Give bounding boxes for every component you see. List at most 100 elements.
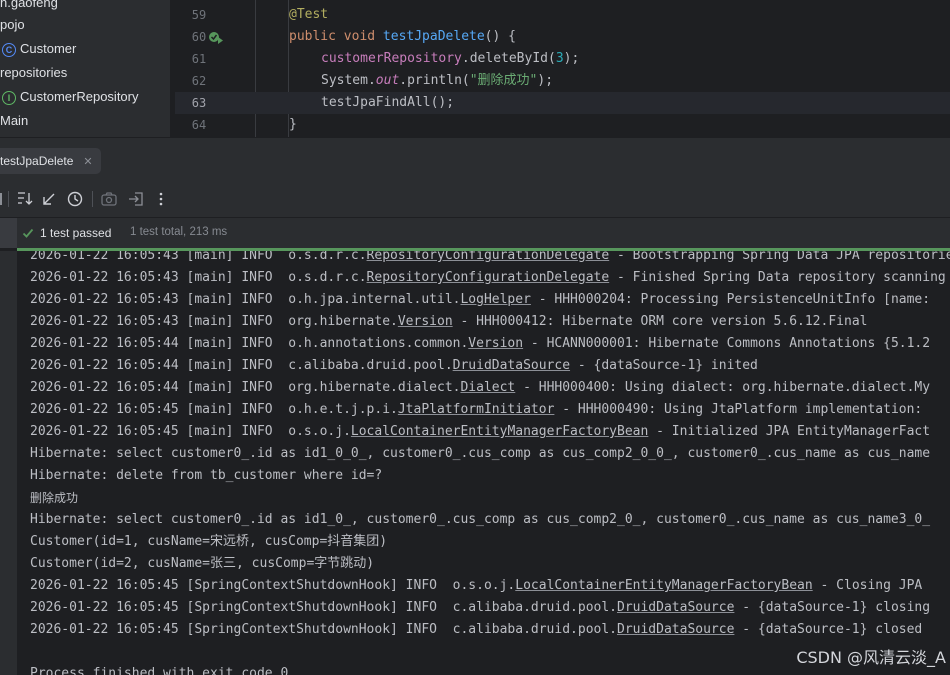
class-link[interactable]: DruidDataSource: [617, 600, 734, 615]
toolbar-edge-icon: [0, 193, 2, 205]
console-text: 2026-01-22 16:05:45 [SpringContextShutdo…: [30, 578, 516, 593]
code-punct: .println(: [399, 73, 470, 88]
test-passed-run-icon[interactable]: [208, 31, 224, 45]
console-text: 2026-01-22 16:05:45 [SpringContextShutdo…: [30, 622, 617, 637]
console-text: - HHH000400: Using dialect: org.hibernat…: [515, 380, 931, 395]
code-line[interactable]: 59 @Test: [175, 4, 950, 26]
class-link[interactable]: RepositoryConfigurationDelegate: [367, 251, 610, 263]
camera-icon[interactable]: [100, 190, 118, 208]
run-tab[interactable]: testJpaDelete ✕: [0, 148, 101, 174]
number-literal: 3: [555, 51, 564, 66]
collapse-icon[interactable]: [40, 190, 58, 208]
run-tab-label: testJpaDelete: [0, 154, 74, 168]
class-link[interactable]: LogHelper: [460, 292, 530, 307]
tree-item-label: n.gaofeng: [0, 0, 58, 10]
console-text: - HHH000204: Processing PersistenceUnitI…: [530, 292, 931, 307]
console-line: 2026-01-22 16:05:43 [main] INFO o.s.d.r.…: [30, 267, 946, 289]
line-number: 64: [191, 118, 207, 132]
code-line[interactable]: 61 customerRepository.deleteById(3);: [175, 48, 950, 70]
console-text: 2026-01-22 16:05:45 [main] INFO o.h.e.t.…: [30, 402, 398, 417]
console-text: 2026-01-22 16:05:43 [main] INFO org.hibe…: [30, 314, 398, 329]
console-text: - {dataSource-1} inited: [570, 358, 758, 373]
class-link[interactable]: Dialect: [460, 380, 515, 395]
field-text: customerRepository: [321, 51, 462, 66]
class-icon: C: [2, 42, 16, 57]
console-line: 2026-01-22 16:05:43 [main] INFO org.hibe…: [30, 311, 867, 333]
console-line: 2026-01-22 16:05:45 [main] INFO o.h.e.t.…: [30, 399, 922, 421]
line-number: 63: [191, 96, 207, 110]
console-text: - HCANN000001: Hibernate Commons Annotat…: [523, 336, 931, 351]
console-text: 2026-01-22 16:05:44 [main] INFO org.hibe…: [30, 380, 461, 395]
method-name: testJpaDelete: [382, 29, 485, 44]
toolbar-separator: [92, 191, 93, 207]
code-text: System.out.println("删除成功");: [321, 70, 553, 92]
class-link[interactable]: DruidDataSource: [453, 358, 570, 373]
code-line[interactable]: 62 System.out.println("删除成功");: [175, 70, 950, 92]
console-text: - Closing JPA: [812, 578, 923, 593]
code-text: @Test: [289, 7, 329, 22]
code-editor[interactable]: 59 @Test 60 public void testJpaDelete() …: [175, 0, 950, 137]
more-options-icon[interactable]: [152, 190, 170, 208]
console-text: - {dataSource-1} closed: [734, 622, 923, 637]
class-link[interactable]: DruidDataSource: [617, 622, 734, 637]
test-tree-rail: [0, 251, 17, 675]
console-line: Hibernate: select customer0_.id as id1_0…: [30, 446, 931, 461]
console-line: 删除成功: [30, 491, 79, 505]
tree-item-label: Customer: [20, 41, 77, 56]
class-link[interactable]: Version: [468, 336, 523, 351]
test-tree-rail: [0, 218, 17, 248]
close-icon[interactable]: ✕: [83, 156, 92, 168]
check-icon: [22, 228, 34, 238]
tree-item-customer-repository[interactable]: I CustomerRepository: [0, 86, 139, 108]
console-line: 2026-01-22 16:05:44 [main] INFO o.h.anno…: [30, 333, 930, 355]
line-number: 62: [191, 74, 207, 88]
console-text: 2026-01-22 16:05:43 [main] INFO o.s.d.r.…: [30, 251, 367, 263]
console-line: Customer(id=1, cusName=宋远桥, cusComp=抖音集团…: [30, 534, 388, 549]
console-output[interactable]: 2026-01-22 16:05:43 [main] INFO o.s.d.r.…: [17, 251, 950, 675]
tree-item-package[interactable]: n.gaofeng: [0, 0, 58, 14]
tree-item-label: repositories: [0, 65, 68, 80]
tree-item-main[interactable]: Main: [0, 110, 28, 132]
tree-item-customer[interactable]: C Customer: [0, 38, 76, 60]
console-line: Hibernate: delete from tb_customer where…: [30, 468, 383, 483]
class-link[interactable]: RepositoryConfigurationDelegate: [367, 270, 610, 285]
line-number: 61: [191, 52, 207, 66]
code-text: customerRepository.deleteById(3);: [321, 48, 579, 70]
code-punct: );: [563, 51, 580, 66]
run-tab-bar: testJpaDelete ✕: [0, 137, 950, 182]
tree-item-pojo[interactable]: pojo: [0, 14, 25, 36]
code-punct: () {: [484, 29, 516, 44]
console-text: - Finished Spring Data repository scanni…: [609, 270, 946, 285]
code-punct: .deleteById(: [461, 51, 556, 66]
console-text: 2026-01-22 16:05:45 [SpringContextShutdo…: [30, 600, 617, 615]
code-text: }: [289, 117, 297, 132]
import-icon[interactable]: [127, 190, 145, 208]
console-line: 2026-01-22 16:05:45 [SpringContextShutdo…: [30, 597, 930, 619]
sort-icon[interactable]: [16, 190, 34, 208]
test-total-text: 1 test total, 213 ms: [130, 226, 228, 238]
console-line: 2026-01-22 16:05:44 [main] INFO org.hibe…: [30, 377, 930, 399]
code-punct: System.: [321, 73, 376, 88]
console-line: 2026-01-22 16:05:44 [main] INFO c.alibab…: [30, 355, 758, 377]
console-text: - HHH000412: Hibernate ORM core version …: [452, 314, 868, 329]
class-link[interactable]: Version: [398, 314, 453, 329]
code-text: testJpaFindAll();: [321, 95, 455, 110]
console-text: - HHH000490: Using JtaPlatform implement…: [554, 402, 923, 417]
console-line: Process finished with exit code 0: [30, 666, 289, 675]
code-punct: );: [537, 73, 554, 88]
console-line: 2026-01-22 16:05:45 [SpringContextShutdo…: [30, 619, 922, 641]
line-number: 59: [191, 8, 207, 22]
code-line-current[interactable]: 63 testJpaFindAll();: [175, 92, 950, 114]
console-text: 2026-01-22 16:05:43 [main] INFO o.s.d.r.…: [30, 270, 367, 285]
tree-item-repositories[interactable]: repositories: [0, 62, 67, 84]
class-link[interactable]: LocalContainerEntityManagerFactoryBean: [351, 424, 648, 439]
code-line[interactable]: 60 public void testJpaDelete() {: [175, 26, 950, 48]
console-line: 2026-01-22 16:05:43 [main] INFO o.h.jpa.…: [30, 289, 930, 311]
class-link[interactable]: LocalContainerEntityManagerFactoryBean: [515, 578, 812, 593]
class-link[interactable]: JtaPlatformInitiator: [398, 402, 555, 417]
history-icon[interactable]: [66, 190, 84, 208]
code-text: public void testJpaDelete() {: [289, 26, 516, 48]
code-line[interactable]: 64 }: [175, 114, 950, 136]
string-literal: "删除成功": [469, 73, 538, 88]
tree-item-label: pojo: [0, 17, 25, 32]
